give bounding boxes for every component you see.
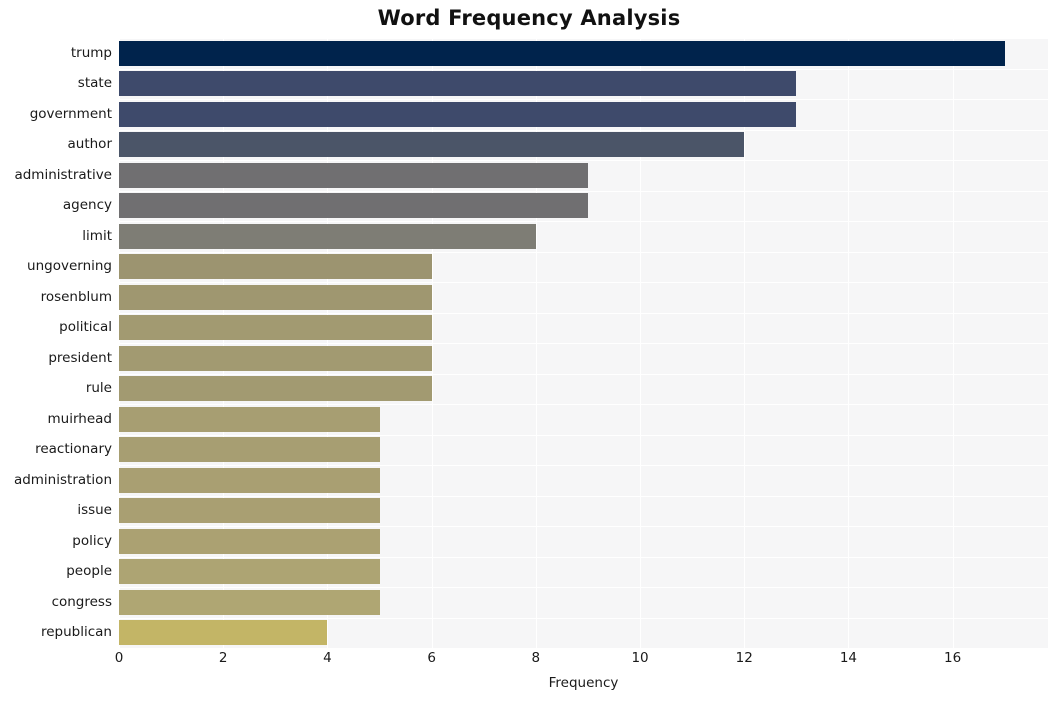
bars-group — [119, 38, 1048, 648]
bar — [119, 193, 588, 219]
x-axis-tick-labels: 0 2 4 6 8 10 12 14 16 — [115, 650, 1048, 672]
x-axis-title: Frequency — [548, 675, 619, 691]
x-axis-tick-label: 8 — [531, 650, 541, 666]
x-axis-tick-label: 10 — [631, 650, 649, 666]
bar — [119, 132, 745, 158]
y-axis-tick-label: political — [59, 319, 112, 336]
y-axis-tick-label: muirhead — [47, 410, 112, 427]
y-axis-tick-label: administrative — [14, 166, 112, 183]
y-axis-tick-label: republican — [40, 624, 112, 641]
bar — [119, 406, 380, 432]
bar — [119, 284, 432, 310]
x-axis-tick-label: 4 — [323, 650, 332, 666]
y-axis-tick-label: ungoverning — [27, 258, 112, 275]
y-axis-tick-label: administration — [13, 471, 112, 488]
y-axis-tick-label: trump — [70, 44, 112, 61]
y-axis-tick-label: author — [67, 136, 113, 153]
x-axis-tick-label: 14 — [839, 650, 858, 666]
y-axis-tick-label: rule — [85, 380, 112, 397]
y-axis-tick-label: issue — [77, 502, 112, 519]
y-axis-tick-label: rosenblum — [40, 288, 112, 305]
bar — [119, 162, 588, 188]
y-axis-tick-label: policy — [72, 532, 112, 549]
x-axis-tick-label: 6 — [427, 650, 436, 666]
bar — [119, 315, 432, 341]
y-axis-tick-label: president — [48, 349, 112, 366]
y-axis-tick-labels: trump state government author administrative… — [0, 38, 112, 648]
x-axis-tick-label: 12 — [735, 650, 753, 666]
y-axis-tick-label: people — [66, 563, 112, 580]
x-axis-tick-label: 2 — [218, 650, 228, 666]
bar — [119, 71, 797, 97]
bar — [119, 223, 536, 249]
y-axis-tick-label: limit — [82, 227, 112, 244]
bar — [119, 620, 328, 646]
x-axis-tick-label: 16 — [944, 650, 962, 666]
bar — [119, 528, 380, 554]
bar — [119, 589, 380, 615]
bar — [119, 101, 797, 127]
chart-figure: Word Frequency Analysis trump state govern… — [0, 0, 1058, 701]
bar — [119, 559, 380, 585]
plot-area — [119, 38, 1048, 648]
bar — [119, 498, 380, 524]
bar — [119, 345, 432, 371]
bar — [119, 254, 432, 280]
bar — [119, 437, 380, 463]
x-axis-tick-label: 0 — [114, 650, 124, 666]
y-axis-tick-label: agency — [62, 197, 112, 214]
y-axis-tick-label: congress — [51, 593, 112, 610]
y-axis-tick-label: state — [77, 75, 112, 92]
bar — [119, 376, 432, 402]
y-axis-tick-label: reactionary — [35, 441, 112, 458]
page-title: Word Frequency Analysis — [377, 6, 681, 30]
y-axis-tick-label: government — [29, 105, 112, 122]
bar — [119, 467, 380, 493]
bar — [119, 40, 1005, 66]
